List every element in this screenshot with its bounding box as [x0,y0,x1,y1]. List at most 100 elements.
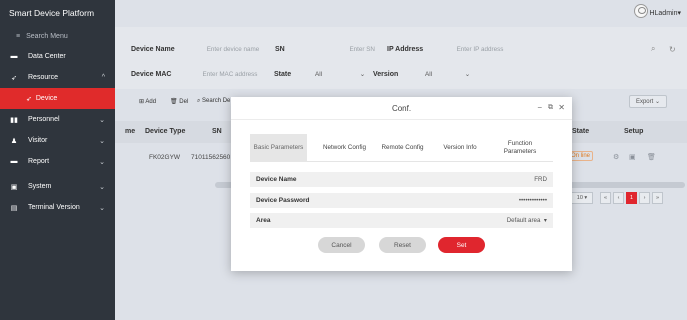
area-field-label: Area [256,217,271,224]
terminal-icon: ▤ [10,204,18,212]
device-password-field[interactable]: ••••••••••••• [519,197,547,204]
sidebar-item-report[interactable]: ▬ Report ⌄ [0,151,115,172]
tab-version-info[interactable]: Version Info [435,134,485,162]
export-label: Export [635,98,654,105]
area-select-value: Default area [506,217,541,224]
tab-basic-parameters[interactable]: Basic Parameters [250,134,307,162]
cell-sn: 71011562560 [191,154,231,161]
maximize-icon[interactable]: ⧉ [548,104,553,112]
state-select[interactable]: All ⌄ [310,67,370,81]
device-name-field[interactable]: FRD [534,176,547,183]
add-button-label: Add [145,99,157,105]
tab-function-parameters[interactable]: Function Parameters [493,134,547,162]
col-sn: SN [212,128,222,135]
brand-title: Smart Device Platform [9,8,95,18]
refresh-icon[interactable]: ↻ [669,45,676,54]
sidebar-item-label: Report [28,158,50,165]
version-select[interactable]: All ⌄ [420,67,475,81]
cell-device-type: FK02GYW [149,154,181,161]
page-current[interactable]: 1 [626,192,637,204]
col-state: State [572,128,590,135]
sidebar: Smart Device Platform ≡ Search Menu ▬ Da… [0,0,115,320]
person-icon: ♟ [10,137,18,145]
gear-icon: ▣ [10,183,18,191]
sidebar-item-label: Resource [28,74,58,81]
cancel-button[interactable]: Cancel [318,237,365,253]
sidebar-item-system[interactable]: ▣ System ⌄ [0,176,115,197]
ip-input[interactable]: Enter IP address [445,42,515,56]
search-device-button[interactable]: ⌕ Search De [197,98,230,105]
sidebar-item-label: Visitor [28,137,48,144]
add-button[interactable]: ⊞ Add [139,98,156,105]
col-setup: Setup [624,128,644,135]
monitor-icon: ▬ [10,158,18,165]
area-select[interactable]: Default area ▾ [507,217,547,224]
chevron-down-icon: ⌄ [99,116,105,124]
field-device-password: Device Password ••••••••••••• [250,193,553,208]
ip-label: IP Address [387,45,424,53]
chevron-down-icon: ⌄ [464,70,470,78]
delete-icon[interactable]: 🗑 [647,153,656,161]
sidebar-item-label: Data Center [28,53,66,60]
first-page-button[interactable]: « [600,192,611,204]
sidebar-item-visitor[interactable]: ♟ Visitor ⌄ [0,130,115,151]
filter-panel: Device Name Enter device name SN Enter S… [115,27,687,89]
sidebar-item-label: Device [35,95,58,102]
dialog-header: Conf. − ⧉ ✕ [231,97,572,120]
set-button[interactable]: Set [438,237,485,253]
view-icon[interactable]: ▣ [629,153,636,161]
sn-input[interactable]: Enter SN [305,42,375,56]
config-dialog: Conf. − ⧉ ✕ Basic Parameters Network Con… [231,97,572,271]
device-mac-label: Device MAC [131,70,172,78]
sidebar-item-label: Personnel [28,116,60,123]
avatar[interactable] [634,4,648,18]
user-menu[interactable]: HLadmin▾ [649,9,681,17]
chevron-down-icon: ⌄ [99,158,105,166]
dialog-title: Conf. [391,104,412,113]
prev-page-button[interactable]: ‹ [613,192,624,204]
next-page-button[interactable]: › [639,192,650,204]
device-mac-input[interactable]: Enter MAC address [200,67,260,81]
delete-button[interactable]: 🗑 Del [170,98,188,105]
delete-button-label: Del [179,99,189,105]
device-name-input[interactable]: Enter device name [200,42,266,56]
reset-button[interactable]: Reset [379,237,426,253]
chevron-down-icon: ⌄ [359,70,365,78]
sidebar-item-data-center[interactable]: ▬ Data Center [0,46,115,67]
export-button[interactable]: Export ⌄ [629,95,667,108]
sidebar-item-terminal-version[interactable]: ▤ Terminal Version ⌄ [0,197,115,218]
tab-remote-config[interactable]: Remote Config [375,134,430,162]
top-bar: HLadmin▾ [115,0,687,27]
chevron-up-icon: ^ [101,74,105,81]
field-device-name: Device Name FRD [250,172,553,187]
chevron-down-icon: ⌄ [99,183,105,191]
last-page-button[interactable]: » [652,192,663,204]
version-select-value: All [425,70,432,78]
col-name-partial: me [125,128,136,135]
rocket-icon: ➶ [26,95,32,103]
state-label: State [274,70,292,78]
caret-down-icon: ▾ [543,217,547,224]
search-menu[interactable]: ≡ Search Menu [0,27,115,46]
search-menu-label: Search Menu [26,33,68,40]
sidebar-item-personnel[interactable]: ▮▮ Personnel ⌄ [0,109,115,130]
caret-down-icon: ▾ [677,10,681,17]
people-icon: ▮▮ [10,116,18,124]
search-icon[interactable]: ⌕ [651,44,655,54]
sidebar-item-label: Terminal Version [28,204,80,211]
state-select-value: All [315,70,322,78]
sidebar-item-resource[interactable]: ➶ Resource ^ [0,67,115,88]
sidebar-item-label: System [28,183,52,190]
page-size-value: 10 [576,195,583,201]
page-size-select[interactable]: 10 ▾ [571,192,593,204]
sidebar-item-device[interactable]: ➶ Device [0,88,115,109]
tab-network-config[interactable]: Network Config [316,134,373,162]
device-password-field-label: Device Password [256,197,310,204]
device-name-label: Device Name [131,45,175,53]
close-icon[interactable]: ✕ [558,103,565,112]
dialog-tabs: Basic Parameters Network Config Remote C… [250,134,553,162]
search-menu-icon: ≡ [16,33,21,40]
settings-icon[interactable]: ⚙ [613,153,619,161]
minimize-icon[interactable]: − [537,103,542,112]
search-device-label: Search De [202,98,231,104]
